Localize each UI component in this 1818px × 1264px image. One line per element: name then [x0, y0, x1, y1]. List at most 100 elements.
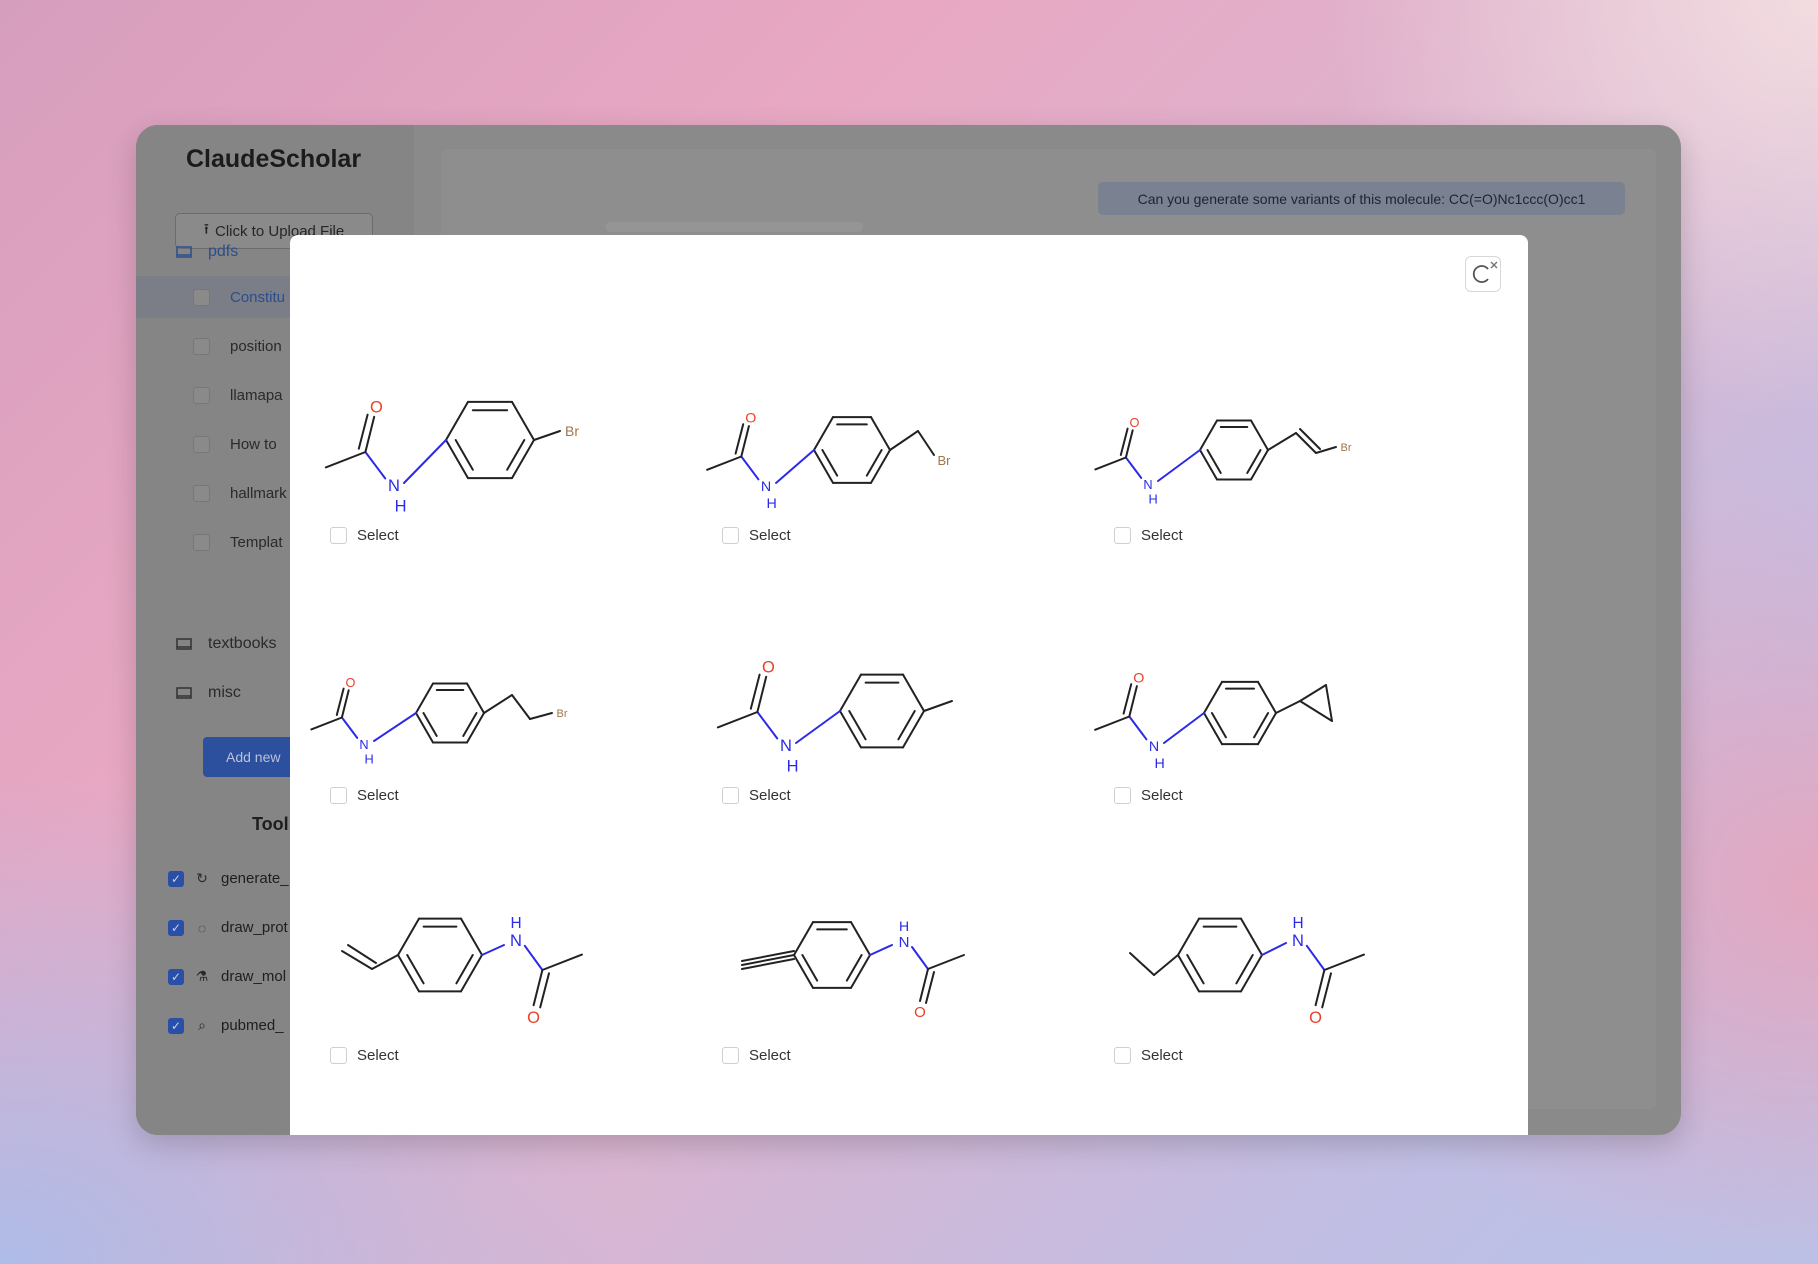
select-checkbox[interactable] [1114, 527, 1131, 544]
app-title: ClaudeScholar [186, 145, 362, 173]
bond [897, 710, 916, 741]
bond [1157, 449, 1201, 482]
bond [415, 712, 434, 744]
bond [466, 682, 485, 714]
folder-textbooks[interactable]: textbooks [176, 635, 276, 653]
bond [364, 451, 387, 480]
select-checkbox[interactable] [722, 527, 739, 544]
tool-checkbox[interactable]: ✓ [168, 968, 184, 985]
bond [1186, 954, 1205, 985]
file-checkbox[interactable] [193, 386, 210, 404]
atom-label: N [899, 934, 910, 951]
atom-label: H [395, 497, 407, 515]
select-option[interactable]: Select [330, 1047, 399, 1064]
bond [1257, 680, 1277, 714]
file-checkbox[interactable] [193, 435, 210, 453]
tool-name: draw_mol [221, 968, 287, 985]
bond [533, 430, 561, 441]
folder-label: pdfs [208, 243, 239, 260]
file-name: hallmark [230, 484, 287, 502]
bond [403, 439, 447, 484]
bond [1177, 954, 1200, 993]
select-option[interactable]: Select [1114, 527, 1183, 544]
select-option[interactable]: Select [330, 787, 399, 804]
select-checkbox[interactable] [1114, 1047, 1131, 1064]
bond [539, 972, 550, 1009]
bond [347, 944, 377, 964]
bond [340, 716, 359, 739]
bond [870, 416, 891, 451]
folder-misc[interactable]: misc [176, 684, 241, 702]
flask-icon: ⚗ [195, 968, 209, 984]
bond [1275, 700, 1301, 714]
tool-draw-prot[interactable]: ✓ ◌ draw_prot [168, 919, 288, 936]
bond [756, 711, 779, 740]
atom-label: O [1129, 415, 1139, 430]
bond [454, 439, 474, 471]
bond [1314, 969, 1326, 1007]
bond [1240, 954, 1263, 993]
bond [1124, 456, 1143, 479]
select-checkbox[interactable] [330, 787, 347, 804]
atom-label: Br [557, 708, 568, 720]
tool-name: generate_ [221, 870, 289, 887]
atom-label: N [1143, 477, 1152, 492]
molecule-structure: HN O [741, 918, 965, 1021]
file-name: How to [230, 435, 277, 453]
tool-generate[interactable]: ✓ ↻ generate_ [168, 870, 289, 887]
bond [1206, 449, 1222, 474]
bond [1129, 952, 1155, 976]
tool-pubmed[interactable]: ✓ ⌕ pubmed_ [168, 1017, 284, 1034]
tool-checkbox[interactable]: ✓ [168, 870, 184, 887]
file-checkbox[interactable] [193, 484, 210, 502]
select-option[interactable]: Select [1114, 787, 1183, 804]
select-option[interactable]: Select [722, 1047, 791, 1064]
user-message: Can you generate some variants of this m… [1098, 182, 1625, 215]
bond [1299, 684, 1327, 702]
select-option[interactable]: Select [722, 787, 791, 804]
select-option[interactable]: Select [330, 527, 399, 544]
atom-label: O [745, 410, 756, 426]
bond [902, 710, 925, 749]
molecule-card: HN O Select [1074, 855, 1466, 1115]
file-checkbox[interactable] [193, 533, 210, 551]
bond [1203, 680, 1223, 714]
molecule-card: N H O Br Select [290, 335, 682, 595]
file-checkbox[interactable] [193, 337, 210, 355]
atom-label: O [370, 398, 383, 416]
file-checkbox[interactable] [193, 288, 210, 306]
file-name: Constitu [230, 288, 286, 306]
bond [813, 449, 834, 484]
molecule-variants-modal: N H O Br Select N H O Br Select N H O Br Select N… [290, 235, 1528, 1135]
atom-label: H [767, 496, 777, 512]
folder-pdfs[interactable]: pdfs [176, 243, 238, 261]
bond [839, 710, 862, 749]
atom-label: H [1148, 491, 1157, 506]
tool-checkbox[interactable]: ✓ [168, 1017, 184, 1034]
bond [1253, 712, 1270, 739]
select-checkbox[interactable] [1114, 787, 1131, 804]
bond [740, 455, 760, 481]
molecule-card: HN O Select [682, 855, 1074, 1115]
bond [793, 954, 814, 989]
select-option[interactable]: Select [1114, 1047, 1183, 1064]
bond [1203, 712, 1223, 746]
tool-checkbox[interactable]: ✓ [168, 919, 184, 936]
folder-label: misc [208, 684, 241, 701]
tool-draw-mol[interactable]: ✓ ⚗ draw_mol [168, 968, 286, 985]
select-checkbox[interactable] [330, 527, 347, 544]
select-checkbox[interactable] [722, 787, 739, 804]
bond [902, 673, 925, 712]
molecule-card: HN O Select [290, 855, 682, 1115]
file-name: llamapa [230, 386, 283, 404]
select-label: Select [357, 787, 399, 804]
tool-name: draw_prot [221, 919, 288, 936]
bond [923, 700, 953, 712]
bond [775, 449, 815, 484]
bond [749, 673, 761, 710]
atom-label: H [899, 918, 909, 934]
select-checkbox[interactable] [330, 1047, 347, 1064]
select-option[interactable]: Select [722, 527, 791, 544]
select-checkbox[interactable] [722, 1047, 739, 1064]
molecule-structure: NH O Br [1094, 415, 1352, 506]
